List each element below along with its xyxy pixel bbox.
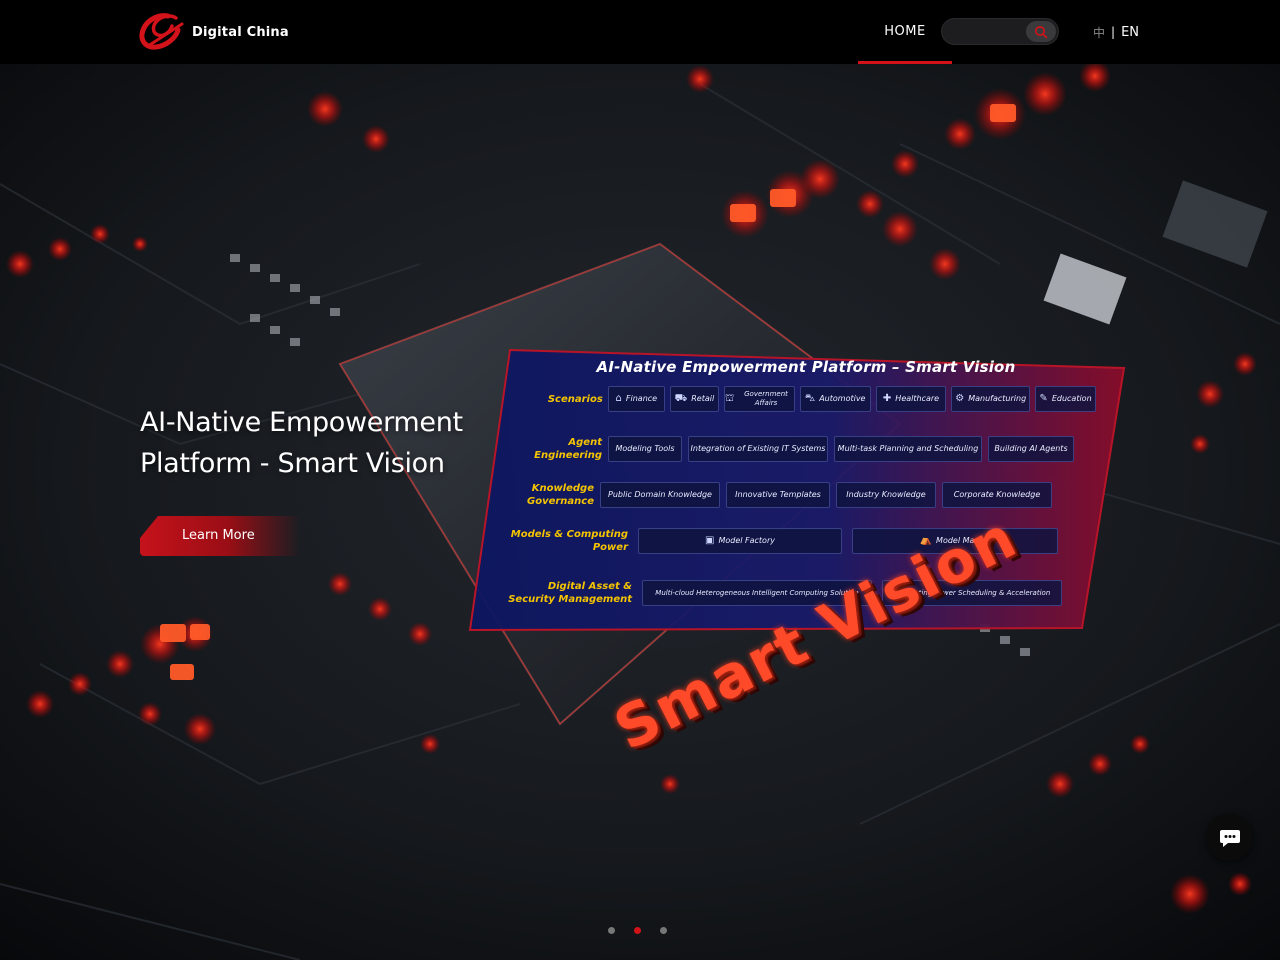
search-box [941, 18, 1059, 45]
digital-china-logo-icon [139, 13, 184, 50]
learn-more-button[interactable]: Learn More [140, 516, 300, 556]
education-icon: ✎ [1039, 393, 1048, 404]
scenario-education[interactable]: ✎ Education [1035, 386, 1097, 412]
chat-button[interactable] [1206, 814, 1253, 861]
agent-building[interactable]: Building AI Agents [988, 436, 1074, 462]
scenario-healthcare[interactable]: ✚ Healthcare [875, 386, 947, 412]
row-label: Agent Engineering [534, 437, 602, 461]
carousel-dot-2[interactable] [634, 927, 641, 934]
scenario-government[interactable]: ⛫ Government Affairs [724, 386, 795, 412]
medical-icon: ✚ [882, 393, 892, 404]
row-label: Knowledge Governance [526, 483, 594, 507]
chat-bubble-icon [1219, 829, 1240, 847]
row-label: Scenarios [547, 393, 603, 405]
row-label: Digital Asset & Security Management [508, 581, 632, 605]
scenario-retail[interactable]: ⛟ Retail [669, 386, 719, 412]
carousel-dot-3[interactable] [660, 927, 667, 934]
language-switcher: 中 | EN [1093, 22, 1139, 42]
platform-row-agent-engineering: Agent Engineering Modeling Tools Integra… [530, 434, 1078, 464]
agent-it-integration[interactable]: Integration of Existing IT Systems [688, 436, 828, 462]
agent-task-planning[interactable]: Multi-task Planning and Scheduling [834, 436, 982, 462]
search-icon [1035, 25, 1048, 38]
lang-separator: | [1111, 25, 1116, 39]
scenario-automotive[interactable]: ⛍ Automotive [799, 386, 871, 412]
lang-en[interactable]: EN [1121, 25, 1139, 40]
hero-banner: AI-Native Empowerment Platform - Smart V… [0, 64, 1280, 960]
scenario-finance[interactable]: ⌂ Finance [607, 386, 665, 412]
knowledge-public-domain[interactable]: Public Domain Knowledge [600, 482, 720, 508]
platform-title: AI-Native Empowerment Platform – Smart V… [596, 358, 1016, 376]
search-button[interactable] [1026, 21, 1056, 42]
brand-name: Digital China [192, 24, 289, 40]
row-label: Models & Computing Power [510, 529, 628, 553]
factory-box-icon: ▣ [705, 535, 715, 546]
search-input[interactable] [952, 23, 1026, 41]
site-header: Digital China HOME 中 | EN [0, 0, 1280, 64]
scenario-manufacturing[interactable]: ⚙ Manufacturing [951, 386, 1031, 412]
nav-home[interactable]: HOME [858, 0, 952, 64]
car-icon: ⛍ [804, 393, 816, 404]
cart-icon: ⛟ [674, 393, 688, 404]
knowledge-industry[interactable]: Industry Knowledge [836, 482, 936, 508]
government-icon: ⛫ [725, 393, 735, 404]
lang-zh[interactable]: 中 [1093, 24, 1105, 41]
platform-row-scenarios: Scenarios ⌂ Finance ⛟ Retail ⛫ Government A… [534, 384, 1097, 414]
factory-icon: ⚙ [955, 393, 965, 404]
model-factory[interactable]: ▣ Model Factory [638, 528, 842, 554]
carousel-dot-1[interactable] [608, 927, 615, 934]
carousel-indicators [608, 927, 667, 934]
brand-logo[interactable]: Digital China [138, 12, 289, 52]
agent-modeling-tools[interactable]: Modeling Tools [608, 436, 682, 462]
knowledge-templates[interactable]: Innovative Templates [726, 482, 830, 508]
bank-icon: ⌂ [615, 393, 622, 404]
